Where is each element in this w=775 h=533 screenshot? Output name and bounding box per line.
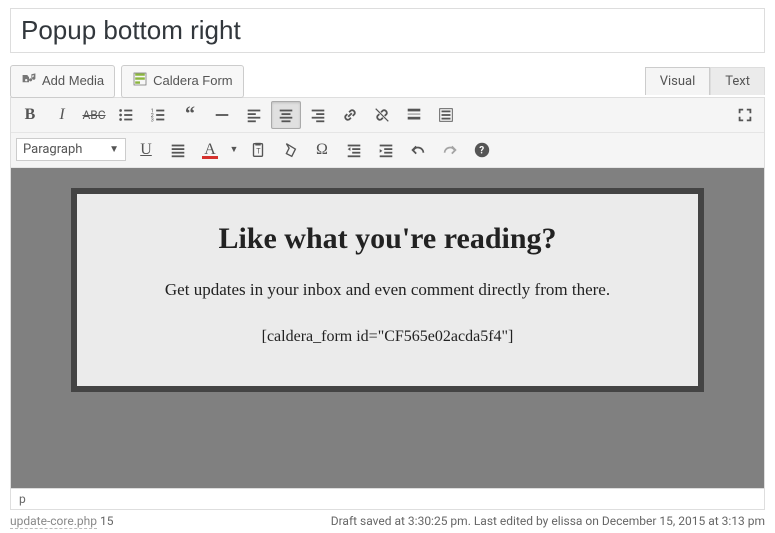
svg-text:T: T (256, 146, 261, 155)
footer-line-hint: 15 (100, 514, 114, 528)
clear-formatting-button[interactable] (275, 136, 305, 164)
paste-text-button[interactable]: T (243, 136, 273, 164)
text-color-dropdown[interactable]: ▼ (227, 136, 241, 164)
popup-card: Like what you're reading? Get updates in… (71, 188, 704, 392)
hr-button[interactable] (207, 101, 237, 129)
footer-status-row: update-core.php 15 Draft saved at 3:30:2… (10, 510, 765, 529)
add-media-button[interactable]: Add Media (10, 65, 115, 98)
format-select[interactable]: Paragraph ▼ (16, 138, 126, 161)
text-color-button[interactable]: A (195, 136, 225, 164)
caldera-icon (132, 71, 148, 92)
toolbar-toggle-button[interactable] (431, 101, 461, 129)
italic-button[interactable]: I (47, 101, 77, 129)
element-path-bar[interactable]: p (11, 488, 764, 509)
svg-text:?: ? (479, 145, 484, 156)
footer-file-hint: update-core.php (10, 514, 97, 529)
svg-text:3: 3 (151, 117, 154, 123)
popup-heading: Like what you're reading? (97, 222, 678, 256)
align-right-button[interactable] (303, 101, 333, 129)
fullscreen-button[interactable] (730, 101, 760, 129)
chevron-down-icon: ▼ (230, 144, 239, 155)
camera-music-icon (21, 71, 37, 92)
strikethrough-button[interactable]: ABC (79, 101, 109, 129)
chevron-down-icon: ▼ (109, 144, 119, 155)
underline-button[interactable]: U (131, 136, 161, 164)
add-media-label: Add Media (42, 73, 104, 90)
caldera-form-button[interactable]: Caldera Form (121, 65, 243, 98)
align-left-button[interactable] (239, 101, 269, 129)
post-title-input[interactable] (10, 8, 765, 53)
editor-container: B I ABC 123 “ (10, 97, 765, 510)
unlink-button[interactable] (367, 101, 397, 129)
undo-button[interactable] (403, 136, 433, 164)
blockquote-button[interactable]: “ (175, 101, 205, 129)
align-justify-button[interactable] (163, 136, 193, 164)
link-button[interactable] (335, 101, 365, 129)
footer-status-text: Draft saved at 3:30:25 pm. Last edited b… (331, 514, 765, 528)
editor-content-area[interactable]: Like what you're reading? Get updates in… (11, 168, 764, 488)
format-select-label: Paragraph (23, 142, 82, 157)
toolbar-row-1: B I ABC 123 “ (11, 98, 764, 133)
bold-button[interactable]: B (15, 101, 45, 129)
popup-shortcode: [caldera_form id="CF565e02acda5f4"] (97, 328, 678, 346)
popup-paragraph: Get updates in your inbox and even comme… (97, 280, 678, 300)
indent-button[interactable] (371, 136, 401, 164)
redo-button[interactable] (435, 136, 465, 164)
align-center-button[interactable] (271, 101, 301, 129)
tab-visual[interactable]: Visual (645, 67, 711, 95)
outdent-button[interactable] (339, 136, 369, 164)
help-button[interactable]: ? (467, 136, 497, 164)
caldera-form-label: Caldera Form (153, 73, 232, 90)
special-char-button[interactable]: Ω (307, 136, 337, 164)
tab-text[interactable]: Text (710, 67, 765, 95)
bullet-list-button[interactable] (111, 101, 141, 129)
toolbar-row-2: Paragraph ▼ U A ▼ T Ω (11, 133, 764, 168)
numbered-list-button[interactable]: 123 (143, 101, 173, 129)
read-more-button[interactable] (399, 101, 429, 129)
